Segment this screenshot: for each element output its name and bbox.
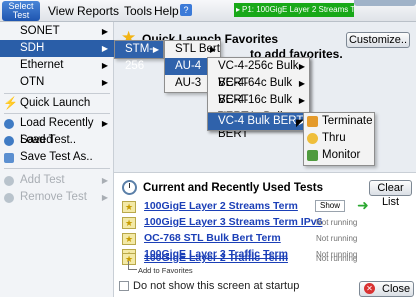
lp-item-label: Load Test.. <box>20 134 77 146</box>
chevron-right-icon: ▶ <box>209 45 216 54</box>
menu-item-stl-bert[interactable]: STL Bert ▶ <box>165 41 220 58</box>
menu-item-vc-4[interactable]: VC-4 Bulk BERT ▶ <box>208 113 309 130</box>
recent-test-link[interactable]: OC-768 STL Bulk Bert Term <box>144 232 281 244</box>
chevron-right-icon: ▶ <box>152 45 159 54</box>
load-icon <box>4 119 14 129</box>
submenu-vc4-last: VC-4 Bulk BERT ▶ <box>207 112 310 131</box>
chevron-right-icon: ▶ <box>101 78 108 87</box>
lp-item-label: Add Test <box>20 174 65 186</box>
lp-item-label: OTN <box>20 76 45 88</box>
lp-item-label: Quick Launch <box>20 97 91 109</box>
test-status: Not running <box>316 234 358 243</box>
lp-item-load-recently-saved[interactable]: Load Recently Saved ▶ <box>0 115 114 146</box>
menu-item-label: AU-3 <box>175 77 202 89</box>
lp-item-label: Remove Test <box>20 191 87 203</box>
lp-item-ethernet[interactable]: Ethernet ▶ <box>0 57 114 74</box>
remove-icon <box>4 193 14 203</box>
lp-item-label: SDH <box>20 42 45 54</box>
lp-item-sonet[interactable]: SONET ▶ <box>0 23 114 40</box>
lp-item-add-test: Add Test ▶ <box>0 172 114 189</box>
test-status: Not running <box>316 218 358 227</box>
chevron-right-icon: ▶ <box>298 79 305 88</box>
divider <box>4 113 110 114</box>
customize-button[interactable]: Customize.. <box>346 32 410 48</box>
go-arrow-icon[interactable]: ➜ <box>357 197 369 214</box>
lp-item-quick-launch[interactable]: ⚡ Quick Launch <box>0 95 114 113</box>
submenu-sdh: STM-256 ▶ <box>114 40 164 72</box>
menu-item-label: Thru <box>322 132 346 144</box>
recent-test-link[interactable]: 100GigE Layer 2 Streams Term <box>144 200 298 212</box>
menu-item-vc-4-256c[interactable]: VC-4-256c Bulk BERT ▶ <box>208 58 309 89</box>
chevron-right-icon: ▶ <box>101 193 108 202</box>
menu-view[interactable]: View <box>48 4 74 18</box>
select-test-button[interactable]: Select Test <box>2 1 40 21</box>
menu-item-label: Monitor <box>322 149 361 161</box>
save-icon <box>4 153 14 163</box>
lightning-icon: ⚡ <box>3 96 18 110</box>
recent-test-link[interactable]: 100GigE Layer 3 Streams Term IPv6 <box>144 216 322 228</box>
dont-show-label: Do not show this screen at startup <box>133 280 300 292</box>
favorite-star-icon[interactable]: ★ <box>122 217 136 229</box>
lp-item-save-test-as[interactable]: Save Test As.. <box>0 149 114 166</box>
menu-tools[interactable]: Tools <box>124 4 152 18</box>
menu-item-monitor[interactable]: Monitor <box>304 147 374 164</box>
clear-list-button[interactable]: Clear List <box>369 180 412 208</box>
add-to-favorites-link[interactable]: Add to Favorites <box>128 261 193 275</box>
menu-item-label: AU-4 <box>175 60 202 72</box>
chevron-right-icon: ▶ <box>101 176 108 185</box>
test-status: Not running <box>316 254 358 263</box>
load-icon <box>4 136 14 146</box>
divider <box>4 93 110 94</box>
menu-item-vc-4-64c[interactable]: VC-4-64c Bulk BERT ▶ <box>208 75 309 106</box>
chevron-right-icon: ▶ <box>101 27 108 36</box>
recent-test-link[interactable]: 100GigE Layer 2 Traffic Term <box>144 252 288 264</box>
add-icon <box>4 176 14 186</box>
help-icon[interactable]: ? <box>180 4 192 16</box>
lp-item-load-test[interactable]: Load Test.. <box>0 132 114 149</box>
lp-item-remove-test: Remove Test ▶ <box>0 189 114 206</box>
menu-item-label: STM-256 <box>125 43 154 72</box>
monitor-icon <box>307 150 318 161</box>
submenu-vc-4: Terminate Thru Monitor <box>303 112 375 166</box>
chevron-right-icon: ▶ <box>101 119 108 128</box>
window-controls[interactable] <box>354 0 416 6</box>
lp-item-label: Save Test As.. <box>20 151 93 163</box>
menu-item-label: VC-4 Bulk BERT <box>218 115 304 127</box>
menu-item-vc-4-16c[interactable]: VC-4-16c Bulk BERT▶ <box>208 92 309 123</box>
favorite-star-icon[interactable]: ★ <box>122 233 136 245</box>
chevron-right-icon: ▶ <box>298 96 305 105</box>
terminate-icon <box>307 116 318 127</box>
status-bar[interactable]: P1: 100GigE Layer 2 Streams Term <box>234 3 354 17</box>
chevron-right-icon: ▶ <box>101 61 108 70</box>
menu-reports[interactable]: Reports <box>77 4 119 18</box>
favorite-star-icon[interactable]: ★ <box>122 201 136 213</box>
divider <box>4 168 110 169</box>
show-button[interactable]: Show <box>315 200 345 212</box>
lp-item-label: Ethernet <box>20 59 64 71</box>
menu-item-label: Terminate <box>322 115 373 127</box>
lp-item-otn[interactable]: OTN ▶ <box>0 74 114 91</box>
dont-show-checkbox[interactable] <box>119 281 129 291</box>
menu-help[interactable]: Help <box>154 4 179 18</box>
chevron-right-icon: ▶ <box>298 62 305 71</box>
menu-item-stm-256[interactable]: STM-256 ▶ <box>115 41 163 72</box>
menu-item-terminate[interactable]: Terminate <box>304 113 374 130</box>
lp-item-sdh[interactable]: SDH ▶ <box>0 40 114 57</box>
lp-item-label: SONET <box>20 25 60 37</box>
menu-item-thru[interactable]: Thru <box>304 130 374 147</box>
clock-icon <box>122 180 137 195</box>
thru-icon <box>307 133 318 144</box>
chevron-right-icon: ▶ <box>101 44 108 53</box>
recent-tests-title: Current and Recently Used Tests <box>143 182 324 194</box>
close-icon: ✕ <box>364 283 375 294</box>
